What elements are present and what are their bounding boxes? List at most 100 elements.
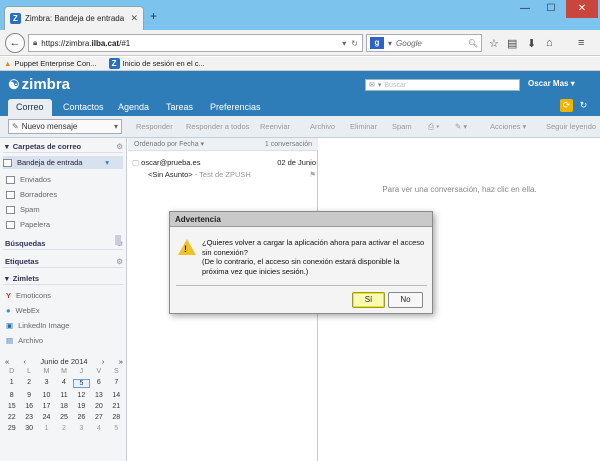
calendar-day[interactable]: 3 [73, 425, 90, 432]
forward-button[interactable]: Reenviar [260, 122, 290, 131]
reply-all-button[interactable]: Responder a todos [186, 122, 249, 131]
calendar-day[interactable]: 23 [20, 414, 37, 421]
reply-button[interactable]: Responder [136, 122, 173, 131]
calendar-day[interactable]: 5 [108, 425, 125, 432]
zimlet-archive[interactable]: ▤ Archivo [6, 336, 43, 345]
calendar-day[interactable]: 7 [108, 379, 125, 388]
calendar-day[interactable]: 8 [3, 392, 20, 399]
calendar-day[interactable]: 15 [3, 403, 20, 410]
zimlet-linkedin[interactable]: ▣ LinkedIn Image [6, 321, 69, 330]
gear-icon[interactable]: ⚙ [116, 257, 123, 266]
user-menu[interactable]: Oscar Mas ▾ [528, 79, 575, 88]
sort-control[interactable]: Ordenado por Fecha ▾ [134, 140, 204, 148]
print-icon[interactable]: ⎙ ▾ [428, 122, 439, 132]
list-item[interactable]: ▢ oscar@prueba.es 02 de Junio <Sin Asunt… [132, 158, 316, 179]
calendar-day[interactable]: 16 [20, 403, 37, 410]
next-month-icon[interactable]: » [119, 357, 123, 366]
calendar-day[interactable]: 12 [73, 392, 90, 399]
prev-month-single-icon[interactable]: ‹ [24, 357, 27, 366]
new-tab-icon[interactable]: + [150, 9, 157, 23]
next-month-single-icon[interactable]: › [102, 357, 105, 366]
calendar-day[interactable]: 28 [108, 414, 125, 421]
calendar-day[interactable]: 19 [73, 403, 90, 410]
search-icon[interactable]: 🔍︎ [468, 39, 478, 48]
calendar-day[interactable]: 30 [20, 425, 37, 432]
tab-contactos[interactable]: Contactos [55, 99, 112, 116]
sidebar-item-drafts[interactable]: Borradores [6, 190, 57, 199]
chevron-down-icon[interactable]: ▾ [105, 158, 123, 167]
window-close-icon[interactable]: ✕ [566, 0, 598, 18]
back-icon[interactable]: ← [5, 33, 25, 53]
calendar-day[interactable]: 14 [108, 392, 125, 399]
search-type-dropdown-icon[interactable]: ▾ [378, 81, 382, 89]
actions-menu-button[interactable]: Acciones ▾ [490, 122, 526, 131]
downloads-icon[interactable]: ⬇ [527, 37, 536, 50]
calendar-day[interactable]: 25 [55, 414, 72, 421]
calendar-day[interactable]: 18 [55, 403, 72, 410]
maximize-icon[interactable]: ☐ [538, 0, 564, 18]
sidebar-item-sent[interactable]: Enviados [6, 175, 51, 184]
calendar-day[interactable]: 11 [55, 392, 72, 399]
collapse-icon[interactable]: ▾ [5, 274, 9, 283]
prev-month-icon[interactable]: « [5, 357, 9, 366]
calendar-day[interactable]: 22 [3, 414, 20, 421]
reload-icon[interactable]: ↻ [351, 39, 358, 48]
zimlet-webex[interactable]: ● WebEx [6, 306, 40, 315]
zimlets-header[interactable]: ▾ Zimlets [3, 272, 123, 285]
archive-button[interactable]: Archivo [310, 122, 335, 131]
calendar-day[interactable]: 13 [90, 392, 107, 399]
tab-agenda[interactable]: Agenda [110, 99, 157, 116]
calendar-day[interactable]: 20 [90, 403, 107, 410]
refresh-icon[interactable]: ↻ [577, 99, 590, 112]
searches-header[interactable]: Búsquedas⚙ [3, 237, 123, 250]
expand-icon[interactable]: ▢ [132, 158, 141, 167]
spam-button[interactable]: Spam [392, 122, 412, 131]
calendar-day[interactable]: 3 [38, 379, 55, 388]
sidebar-item-trash[interactable]: Papelera [6, 220, 50, 229]
tab-correo[interactable]: Correo [8, 99, 52, 116]
calendar-day[interactable]: 6 [90, 379, 107, 388]
yes-button[interactable]: Sí [352, 292, 385, 308]
sidebar-item-spam[interactable]: Spam [6, 205, 40, 214]
offline-sync-icon[interactable]: ⟳ [560, 99, 573, 112]
calendar-day[interactable]: 17 [38, 403, 55, 410]
calendar-day[interactable]: 1 [38, 425, 55, 432]
sidebar-item-inbox[interactable]: Bandeja de entrada ▾ [3, 156, 123, 169]
calendar-day[interactable]: 4 [90, 425, 107, 432]
url-bar[interactable]: 🔒︎ https://zimbra.ilba.cat/#1 ▾ ↻ [28, 34, 363, 52]
sidebar-scrollbar[interactable] [115, 235, 121, 245]
bookmark-login[interactable]: Z Inicio de sesión en el c... [108, 58, 205, 69]
calendar-day[interactable]: 29 [3, 425, 20, 432]
calendar-day[interactable]: 10 [38, 392, 55, 399]
zimbra-search-input[interactable]: ✉ ▾ Buscar [365, 79, 520, 91]
browser-tab[interactable]: Z Zimbra: Bandeja de entrada ✕ [4, 6, 144, 30]
dropdown-icon[interactable]: ▾ [342, 39, 346, 48]
calendar-day[interactable]: 4 [55, 379, 72, 388]
calendar-day[interactable]: 27 [90, 414, 107, 421]
home-icon[interactable]: ⌂ [546, 37, 553, 49]
collapse-icon[interactable]: ▾ [5, 142, 9, 151]
calendar-day[interactable]: 9 [20, 392, 37, 399]
search-engine-dropdown-icon[interactable]: ▾ [388, 39, 392, 48]
bookmarks-menu-icon[interactable]: ▤ [507, 37, 517, 50]
new-message-button[interactable]: ✎ Nuevo mensaje ▾ [8, 119, 122, 134]
no-button[interactable]: No [388, 292, 423, 308]
minimize-icon[interactable]: — [512, 0, 538, 18]
calendar-day[interactable]: 21 [108, 403, 125, 410]
zimlet-emoticons[interactable]: Y Emoticons [6, 291, 51, 300]
tab-preferencias[interactable]: Preferencias [202, 99, 269, 116]
tag-icon[interactable]: ✎ ▾ [455, 122, 467, 131]
close-tab-icon[interactable]: ✕ [130, 13, 138, 24]
flag-icon[interactable]: ⚑ [309, 170, 316, 179]
bookmark-puppet[interactable]: ▲ Puppet Enterprise Con... [4, 59, 97, 68]
delete-button[interactable]: Eliminar [350, 122, 377, 131]
tags-header[interactable]: Etiquetas ⚙ [3, 255, 123, 268]
tab-tareas[interactable]: Tareas [158, 99, 201, 116]
menu-icon[interactable]: ≡ [578, 37, 584, 49]
calendar-day[interactable]: 24 [38, 414, 55, 421]
calendar-day[interactable]: 5 [72, 379, 91, 388]
bookmark-star-icon[interactable]: ☆ [489, 37, 499, 50]
calendar-day[interactable]: 26 [73, 414, 90, 421]
reading-pane-button[interactable]: Seguir leyendo [546, 122, 596, 131]
folders-header[interactable]: ▾ Carpetas de correo ⚙ [3, 140, 123, 153]
